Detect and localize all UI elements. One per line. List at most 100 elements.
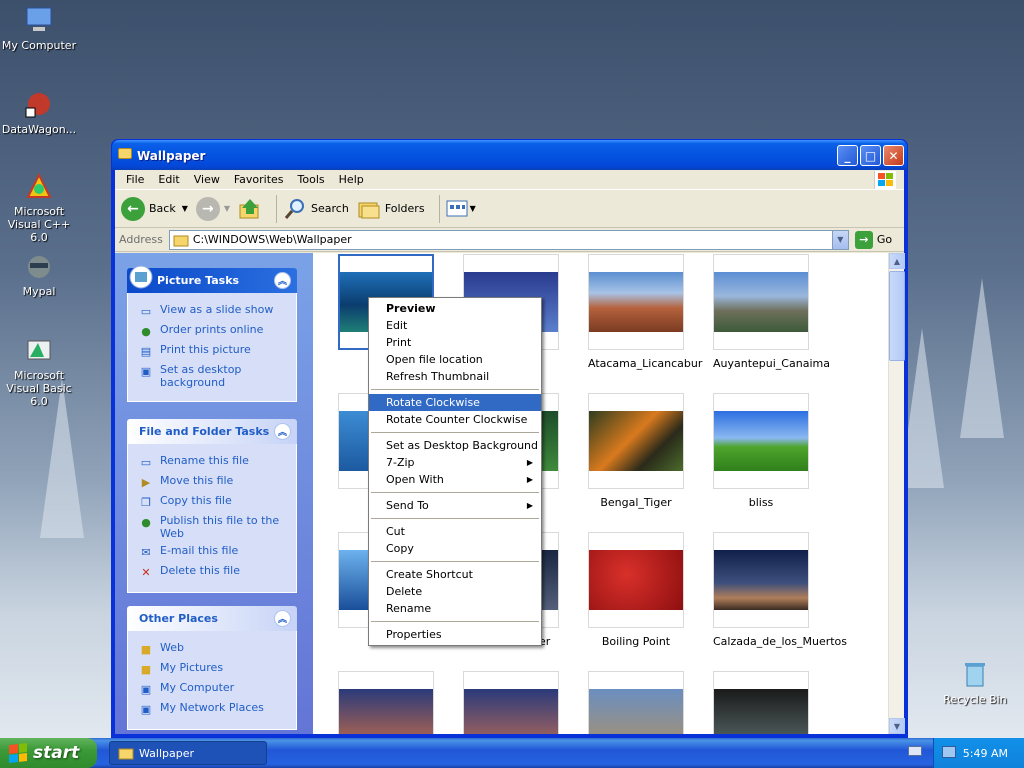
task-set-desktop-background[interactable]: ▣ Set as desktop background [138,363,296,389]
menu-item-7zip[interactable]: 7-Zip ▶ [369,454,541,471]
thumbnail-item[interactable]: bliss [713,393,809,509]
menu-tools[interactable]: Tools [291,173,332,186]
taskbar-window-button[interactable]: Wallpaper [109,741,267,765]
menu-item-delete[interactable]: Delete [369,583,541,600]
menu-item-rename[interactable]: Rename [369,600,541,617]
place-my-pictures[interactable]: ■ My Pictures [138,661,296,677]
folders-button[interactable]: Folders [357,197,425,221]
menu-edit[interactable]: Edit [151,173,186,186]
visual-basic-icon [23,334,55,366]
thumbnail-item[interactable] [338,671,434,734]
desktop-icon-visual-basic[interactable]: Microsoft Visual Basic 6.0 [0,334,78,408]
task-publish-web[interactable]: ● Publish this file to the Web [138,514,296,540]
menu-item-set-desktop-background[interactable]: Set as Desktop Background [369,437,541,454]
views-button[interactable]: ▼ [446,199,476,219]
picture-tasks-panel: Picture Tasks ︽ ▭ View as a slide show ● O… [127,265,297,402]
other-places-header[interactable]: Other Places ︽ [127,606,297,631]
task-copy-file[interactable]: ❐ Copy this file [138,494,296,510]
task-order-prints[interactable]: ● Order prints online [138,323,296,339]
start-button[interactable]: start [0,738,97,768]
move-icon: ▶ [141,475,151,489]
desktop-icon-recycle-bin[interactable]: Recycle Bin [936,658,1014,706]
scroll-up-icon[interactable]: ▲ [889,253,905,269]
task-rename-file[interactable]: ▭ Rename this file [138,454,296,470]
minimize-button[interactable]: _ [837,145,858,166]
picture-tasks-icon [129,265,153,289]
task-print-picture[interactable]: ▤ Print this picture [138,343,296,359]
menu-item-open-with[interactable]: Open With ▶ [369,471,541,488]
menu-separator [371,621,539,622]
menu-help[interactable]: Help [332,173,371,186]
thumbnail-item[interactable]: Calzada_de_los_Muertos [713,532,847,648]
clock[interactable]: 5:49 AM [963,747,1008,760]
task-delete-file[interactable]: ✕ Delete this file [138,564,296,580]
desktop-icon-datawagon[interactable]: DataWagon... [0,88,78,136]
menu-item-cut[interactable]: Cut [369,523,541,540]
menu-item-rotate-clockwise[interactable]: Rotate Clockwise [369,394,541,411]
place-web[interactable]: ■ Web [138,641,296,657]
folder-icon [118,748,134,760]
place-my-network-places[interactable]: ▣ My Network Places [138,701,296,717]
task-view-slide-show[interactable]: ▭ View as a slide show [138,303,296,319]
back-button[interactable]: ← Back ▼ [121,196,188,221]
menu-item-edit[interactable]: Edit [369,317,541,334]
menu-item-refresh-thumbnail[interactable]: Refresh Thumbnail [369,368,541,385]
file-folder-tasks-header[interactable]: File and Folder Tasks ︽ [127,419,297,444]
collapse-chevron-icon[interactable]: ︽ [274,272,291,289]
task-label: View as a slide show [160,303,274,316]
menu-file[interactable]: File [119,173,151,186]
place-my-computer[interactable]: ▣ My Computer [138,681,296,697]
keyboard-icon[interactable] [908,746,922,756]
search-button[interactable]: Search [283,197,349,221]
file-folder-tasks-title: File and Folder Tasks [139,425,270,438]
menu-view[interactable]: View [187,173,227,186]
task-email-file[interactable]: ✉ E-mail this file [138,544,296,560]
maximize-button[interactable]: □ [860,145,881,166]
chevron-down-icon[interactable]: ▼ [182,204,188,213]
collapse-chevron-icon[interactable]: ︽ [274,423,291,440]
scroll-down-icon[interactable]: ▼ [889,718,905,734]
desktop-icon-mypal[interactable]: Mypal [0,250,78,298]
menu-favorites[interactable]: Favorites [227,173,291,186]
menu-item-label: Send To [386,499,429,512]
picture-tasks-body: ▭ View as a slide show ● Order prints onli… [127,293,297,402]
collapse-chevron-icon[interactable]: ︽ [274,610,291,627]
menu-item-print[interactable]: Print [369,334,541,351]
menu-item-copy[interactable]: Copy [369,540,541,557]
thumbnail-frame [463,671,559,734]
slideshow-icon: ▭ [140,304,152,318]
desktop-icon-visual-cpp[interactable]: Microsoft Visual C++ 6.0 [0,170,78,244]
task-move-file[interactable]: ▶ Move this file [138,474,296,490]
menu-item-open-file-location[interactable]: Open file location [369,351,541,368]
vertical-scrollbar[interactable]: ▲ ▼ [888,253,905,734]
menu-item-rotate-counter-clockwise[interactable]: Rotate Counter Clockwise [369,411,541,428]
menu-item-create-shortcut[interactable]: Create Shortcut [369,566,541,583]
thumbnail-item[interactable]: Auyantepui_Canaima [713,254,830,370]
window-titlebar[interactable]: Wallpaper _ □ ✕ [112,140,907,170]
rename-icon: ▭ [140,455,152,469]
picture-tasks-header[interactable]: Picture Tasks ︽ [127,265,297,293]
up-folder-button[interactable] [238,197,262,221]
context-menu: Preview Edit Print Open file location Re… [368,297,542,646]
thumbnail-item[interactable]: Atacama_Licancabur [588,254,702,370]
menu-item-preview[interactable]: Preview [369,300,541,317]
menu-item-properties[interactable]: Properties [369,626,541,643]
desktop-icon-my-computer[interactable]: My Computer [0,4,78,52]
go-button[interactable]: → Go [854,230,892,249]
address-input[interactable]: C:\WINDOWS\Web\Wallpaper ▼ [168,229,849,250]
thumbnail-item[interactable] [588,671,684,734]
thumbnail-item[interactable]: Boiling Point [588,532,684,648]
close-button[interactable]: ✕ [883,145,904,166]
forward-button[interactable]: → ▼ [195,196,230,221]
scrollbar-thumb[interactable] [889,271,905,361]
thumbnail-label: Bengal_Tiger [600,496,672,509]
thumbnail-item[interactable] [463,671,559,734]
chevron-down-icon[interactable]: ▼ [470,204,476,213]
network-tray-icon[interactable] [942,746,956,758]
thumbnail-item[interactable] [713,671,809,734]
menu-item-label: Open With [386,473,444,486]
chevron-down-icon[interactable]: ▼ [224,204,230,213]
address-dropdown-icon[interactable]: ▼ [831,230,848,249]
thumbnail-item[interactable]: Bengal_Tiger [588,393,684,509]
menu-item-send-to[interactable]: Send To ▶ [369,497,541,514]
